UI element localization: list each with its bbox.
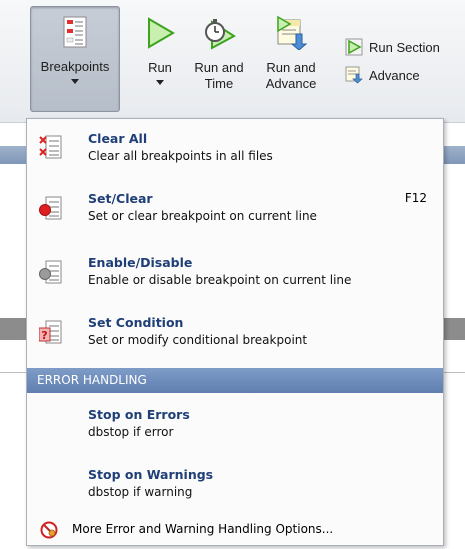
menu-item-stop-on-warnings[interactable]: Stop on Warnings dbstop if warning [27,459,443,515]
menu-item-description: dbstop if error [88,425,174,439]
breakpoints-button[interactable]: Breakpoints [30,6,120,112]
run-section-button[interactable]: Run Section [345,38,440,56]
run-icon [148,17,175,49]
menu-item-description: Enable or disable breakpoint on current … [88,273,352,287]
breakpoint-icon [39,196,62,220]
run-and-advance-button[interactable]: Run and Advance [258,8,324,113]
breakpoints-dropdown-menu: Clear All Clear all breakpoints in all f… [26,118,444,546]
run-and-advance-icon [277,16,308,50]
conditional-breakpoint-icon: ? [39,320,62,344]
menu-item-more-error-options[interactable]: More Error and Warning Handling Options.… [27,519,443,545]
run-button[interactable]: Run [138,8,182,113]
menu-item-title: Set/Clear [88,191,153,206]
svg-text:?: ? [41,329,47,342]
run-section-icon [345,38,363,56]
menu-item-description: dbstop if warning [88,485,193,499]
menu-item-title: Enable/Disable [88,255,193,270]
run-and-advance-label: Run and Advance [265,60,317,91]
menu-item-stop-on-errors[interactable]: Stop on Errors dbstop if error [27,397,443,453]
run-and-time-label: Run and Time [194,60,244,91]
error-options-icon [40,521,58,539]
menu-item-title: Stop on Errors [88,407,190,422]
advance-icon [345,66,363,84]
advance-button[interactable]: Advance [345,66,420,84]
clear-breakpoints-icon [39,135,62,159]
run-and-time-icon [205,19,236,50]
breakpoints-icon [63,16,87,48]
run-and-time-button[interactable]: Run and Time [190,8,248,113]
menu-item-title: Clear All [88,131,148,146]
menu-item-title: Stop on Warnings [88,467,214,482]
menu-item-set-condition[interactable]: ? Set Condition Set or modify conditiona… [27,305,443,361]
menu-item-enable-disable[interactable]: Enable/Disable Enable or disable breakpo… [27,243,443,301]
advance-label: Advance [369,67,420,83]
menu-item-shortcut: F12 [404,191,427,205]
error-handling-section-header: ERROR HANDLING [27,368,443,393]
ribbon-toolbar: Breakpoints Run Run and Time Run and Adv… [0,0,465,123]
menu-item-description: Clear all breakpoints in all files [88,149,273,163]
menu-item-description: Set or clear breakpoint on current line [88,209,317,223]
more-options-label: More Error and Warning Handling Options.… [72,522,334,536]
run-label: Run [148,60,172,75]
chevron-down-icon [156,80,164,85]
menu-item-set-clear[interactable]: Set/Clear F12 Set or clear breakpoint on… [27,179,443,237]
menu-item-title: Set Condition [88,315,184,330]
chevron-down-icon [71,79,79,84]
menu-item-clear-all[interactable]: Clear All Clear all breakpoints in all f… [27,119,443,175]
run-section-label: Run Section [369,39,440,55]
breakpoints-label: Breakpoints [40,59,110,74]
disabled-breakpoint-icon [39,260,62,284]
menu-item-description: Set or modify conditional breakpoint [88,333,308,347]
